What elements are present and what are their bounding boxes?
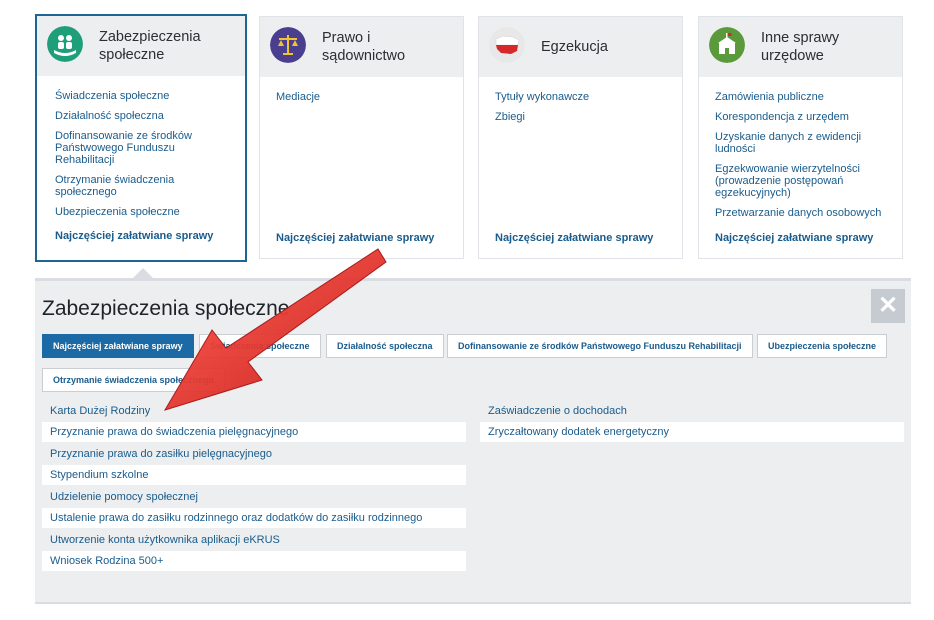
office-building-icon [709, 27, 745, 63]
card-prawo[interactable]: Prawo i sądownictwo Mediacje Najczęściej… [259, 16, 464, 259]
card-header: Egzekucja [479, 17, 682, 77]
card-link[interactable]: Dofinansowanie ze środków Państwowego Fu… [55, 130, 237, 166]
card-link[interactable]: Ubezpieczenia społeczne [55, 206, 237, 218]
tab-ubezpieczenia[interactable]: Ubezpieczenia społeczne [757, 334, 888, 358]
card-header: Prawo i sądownictwo [260, 17, 463, 77]
scales-icon [270, 27, 306, 63]
tab-dzialalnosc[interactable]: Działalność społeczna [326, 334, 444, 358]
list-item[interactable]: Utworzenie konta użytkownika aplikacji e… [42, 530, 466, 550]
card-link[interactable]: Mediacje [276, 91, 455, 103]
close-button[interactable]: ✕ [871, 289, 905, 323]
card-zabezpieczenia[interactable]: Zabezpieczenia społeczne Świadczenia spo… [35, 14, 247, 262]
card-link[interactable]: Zamówienia publiczne [715, 91, 894, 103]
most-common-link[interactable]: Najczęściej załatwiane sprawy [495, 232, 653, 244]
card-link[interactable]: Korespondencja z urzędem [715, 111, 894, 123]
most-common-link[interactable]: Najczęściej załatwiane sprawy [715, 232, 873, 244]
panel-pointer [133, 268, 153, 278]
tab-dofinansowanie[interactable]: Dofinansowanie ze środków Państwowego Fu… [447, 334, 753, 358]
most-common-link[interactable]: Najczęściej załatwiane sprawy [55, 230, 213, 242]
list-item[interactable]: Ustalenie prawa do zasiłku rodzinnego or… [42, 508, 466, 528]
poland-map-icon [489, 27, 525, 63]
card-inne[interactable]: Inne sprawy urzędowe Zamówienia publiczn… [698, 16, 903, 259]
list-item[interactable]: Stypendium szkolne [42, 465, 466, 485]
category-panel: Zabezpieczenia społeczne ✕ Najczęściej z… [35, 278, 911, 604]
list-item[interactable]: Udzielenie pomocy społecznej [42, 487, 466, 507]
card-link[interactable]: Świadczenia społeczne [55, 90, 237, 102]
panel-title: Zabezpieczenia społeczne [42, 297, 290, 320]
card-link[interactable]: Przetwarzanie danych osobowych [715, 207, 894, 219]
card-link[interactable]: Uzyskanie danych z ewidencji ludności [715, 131, 894, 155]
card-link[interactable]: Tytuły wykonawcze [495, 91, 674, 103]
card-link[interactable]: Egzekwowanie wierzytelności (prowadzenie… [715, 163, 894, 199]
card-header: Zabezpieczenia społeczne [37, 16, 245, 76]
card-title: Inne sprawy urzędowe [761, 30, 840, 64]
list-item[interactable]: Karta Dużej Rodziny [42, 401, 466, 421]
card-title: Prawo i sądownictwo [322, 30, 406, 64]
most-common-link[interactable]: Najczęściej załatwiane sprawy [276, 232, 434, 244]
tab-otrzymanie[interactable]: Otrzymanie świadczenia społecznego [42, 368, 226, 392]
card-egzekucja[interactable]: Egzekucja Tytuły wykonawcze Zbiegi Najcz… [478, 16, 683, 259]
list-item[interactable]: Zaświadczenie o dochodach [480, 401, 904, 421]
list-item[interactable]: Wniosek Rodzina 500+ [42, 551, 466, 571]
tab-swiadczenia[interactable]: Świadczenia społeczne [199, 334, 321, 358]
list-item[interactable]: Przyznanie prawa do zasiłku pielęgnacyjn… [42, 444, 466, 464]
card-title: Zabezpieczenia społeczne [99, 29, 201, 63]
tab-most-common[interactable]: Najczęściej załatwiane sprawy [42, 334, 194, 358]
card-title: Egzekucja [541, 39, 608, 55]
card-link[interactable]: Działalność społeczna [55, 110, 237, 122]
card-link[interactable]: Otrzymanie świadczenia społecznego [55, 174, 237, 198]
card-link[interactable]: Zbiegi [495, 111, 674, 123]
list-item[interactable]: Przyznanie prawa do świadczenia pielęgna… [42, 422, 466, 442]
card-header: Inne sprawy urzędowe [699, 17, 902, 77]
list-item[interactable]: Zryczałtowany dodatek energetyczny [480, 422, 904, 442]
hands-family-icon [47, 26, 83, 62]
